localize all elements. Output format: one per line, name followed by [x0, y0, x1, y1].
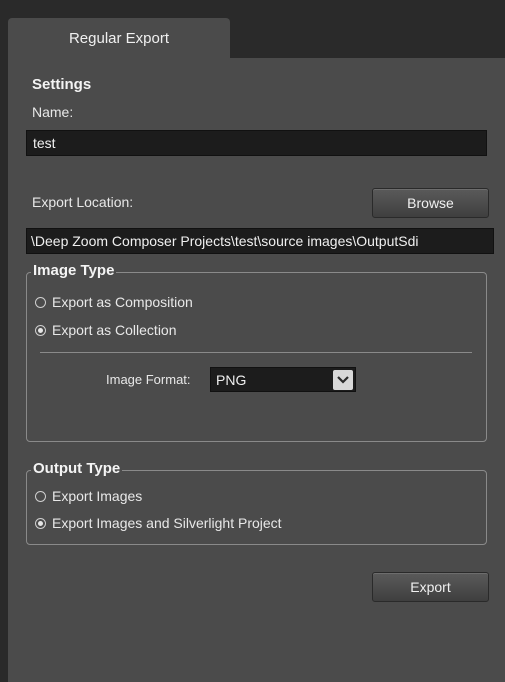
radio-export-images-and-silverlight-project[interactable]: Export Images and Silverlight Project: [35, 515, 282, 531]
radio-label: Export Images and Silverlight Project: [52, 515, 282, 531]
radio-label: Export as Composition: [52, 294, 193, 310]
export-label: Export: [410, 579, 451, 595]
image-type-divider: [40, 352, 472, 353]
export-location-field[interactable]: \Deep Zoom Composer Projects\test\source…: [26, 228, 494, 254]
image-format-select[interactable]: PNG: [210, 367, 356, 392]
radio-export-as-composition[interactable]: Export as Composition: [35, 294, 193, 310]
radio-unchecked-icon: [35, 490, 46, 502]
radio-checked-icon: [35, 324, 46, 336]
radio-label: Export as Collection: [52, 322, 177, 338]
settings-heading: Settings: [32, 76, 92, 93]
export-button[interactable]: Export: [372, 572, 489, 602]
radio-export-as-collection[interactable]: Export as Collection: [35, 322, 177, 338]
image-type-legend: Image Type: [31, 262, 117, 279]
tab-label: Regular Export: [68, 29, 170, 47]
chevron-down-icon[interactable]: [333, 369, 353, 390]
browse-label: Browse: [407, 195, 454, 211]
export-location-label: Export Location:: [32, 194, 134, 210]
image-format-value: PNG: [216, 371, 247, 388]
output-type-legend: Output Type: [31, 460, 123, 477]
tab-regular-export[interactable]: Regular Export: [8, 18, 230, 58]
name-field[interactable]: test: [26, 130, 487, 156]
radio-unchecked-icon: [35, 296, 46, 308]
output-type-group: [26, 470, 487, 545]
radio-checked-icon: [35, 517, 46, 529]
radio-export-images[interactable]: Export Images: [35, 488, 142, 504]
browse-button[interactable]: Browse: [372, 188, 489, 218]
radio-label: Export Images: [52, 488, 143, 504]
export-location-value: \Deep Zoom Composer Projects\test\source…: [31, 233, 419, 249]
image-format-label: Image Format:: [106, 372, 191, 387]
name-label: Name:: [32, 104, 74, 120]
name-value: test: [33, 135, 56, 151]
